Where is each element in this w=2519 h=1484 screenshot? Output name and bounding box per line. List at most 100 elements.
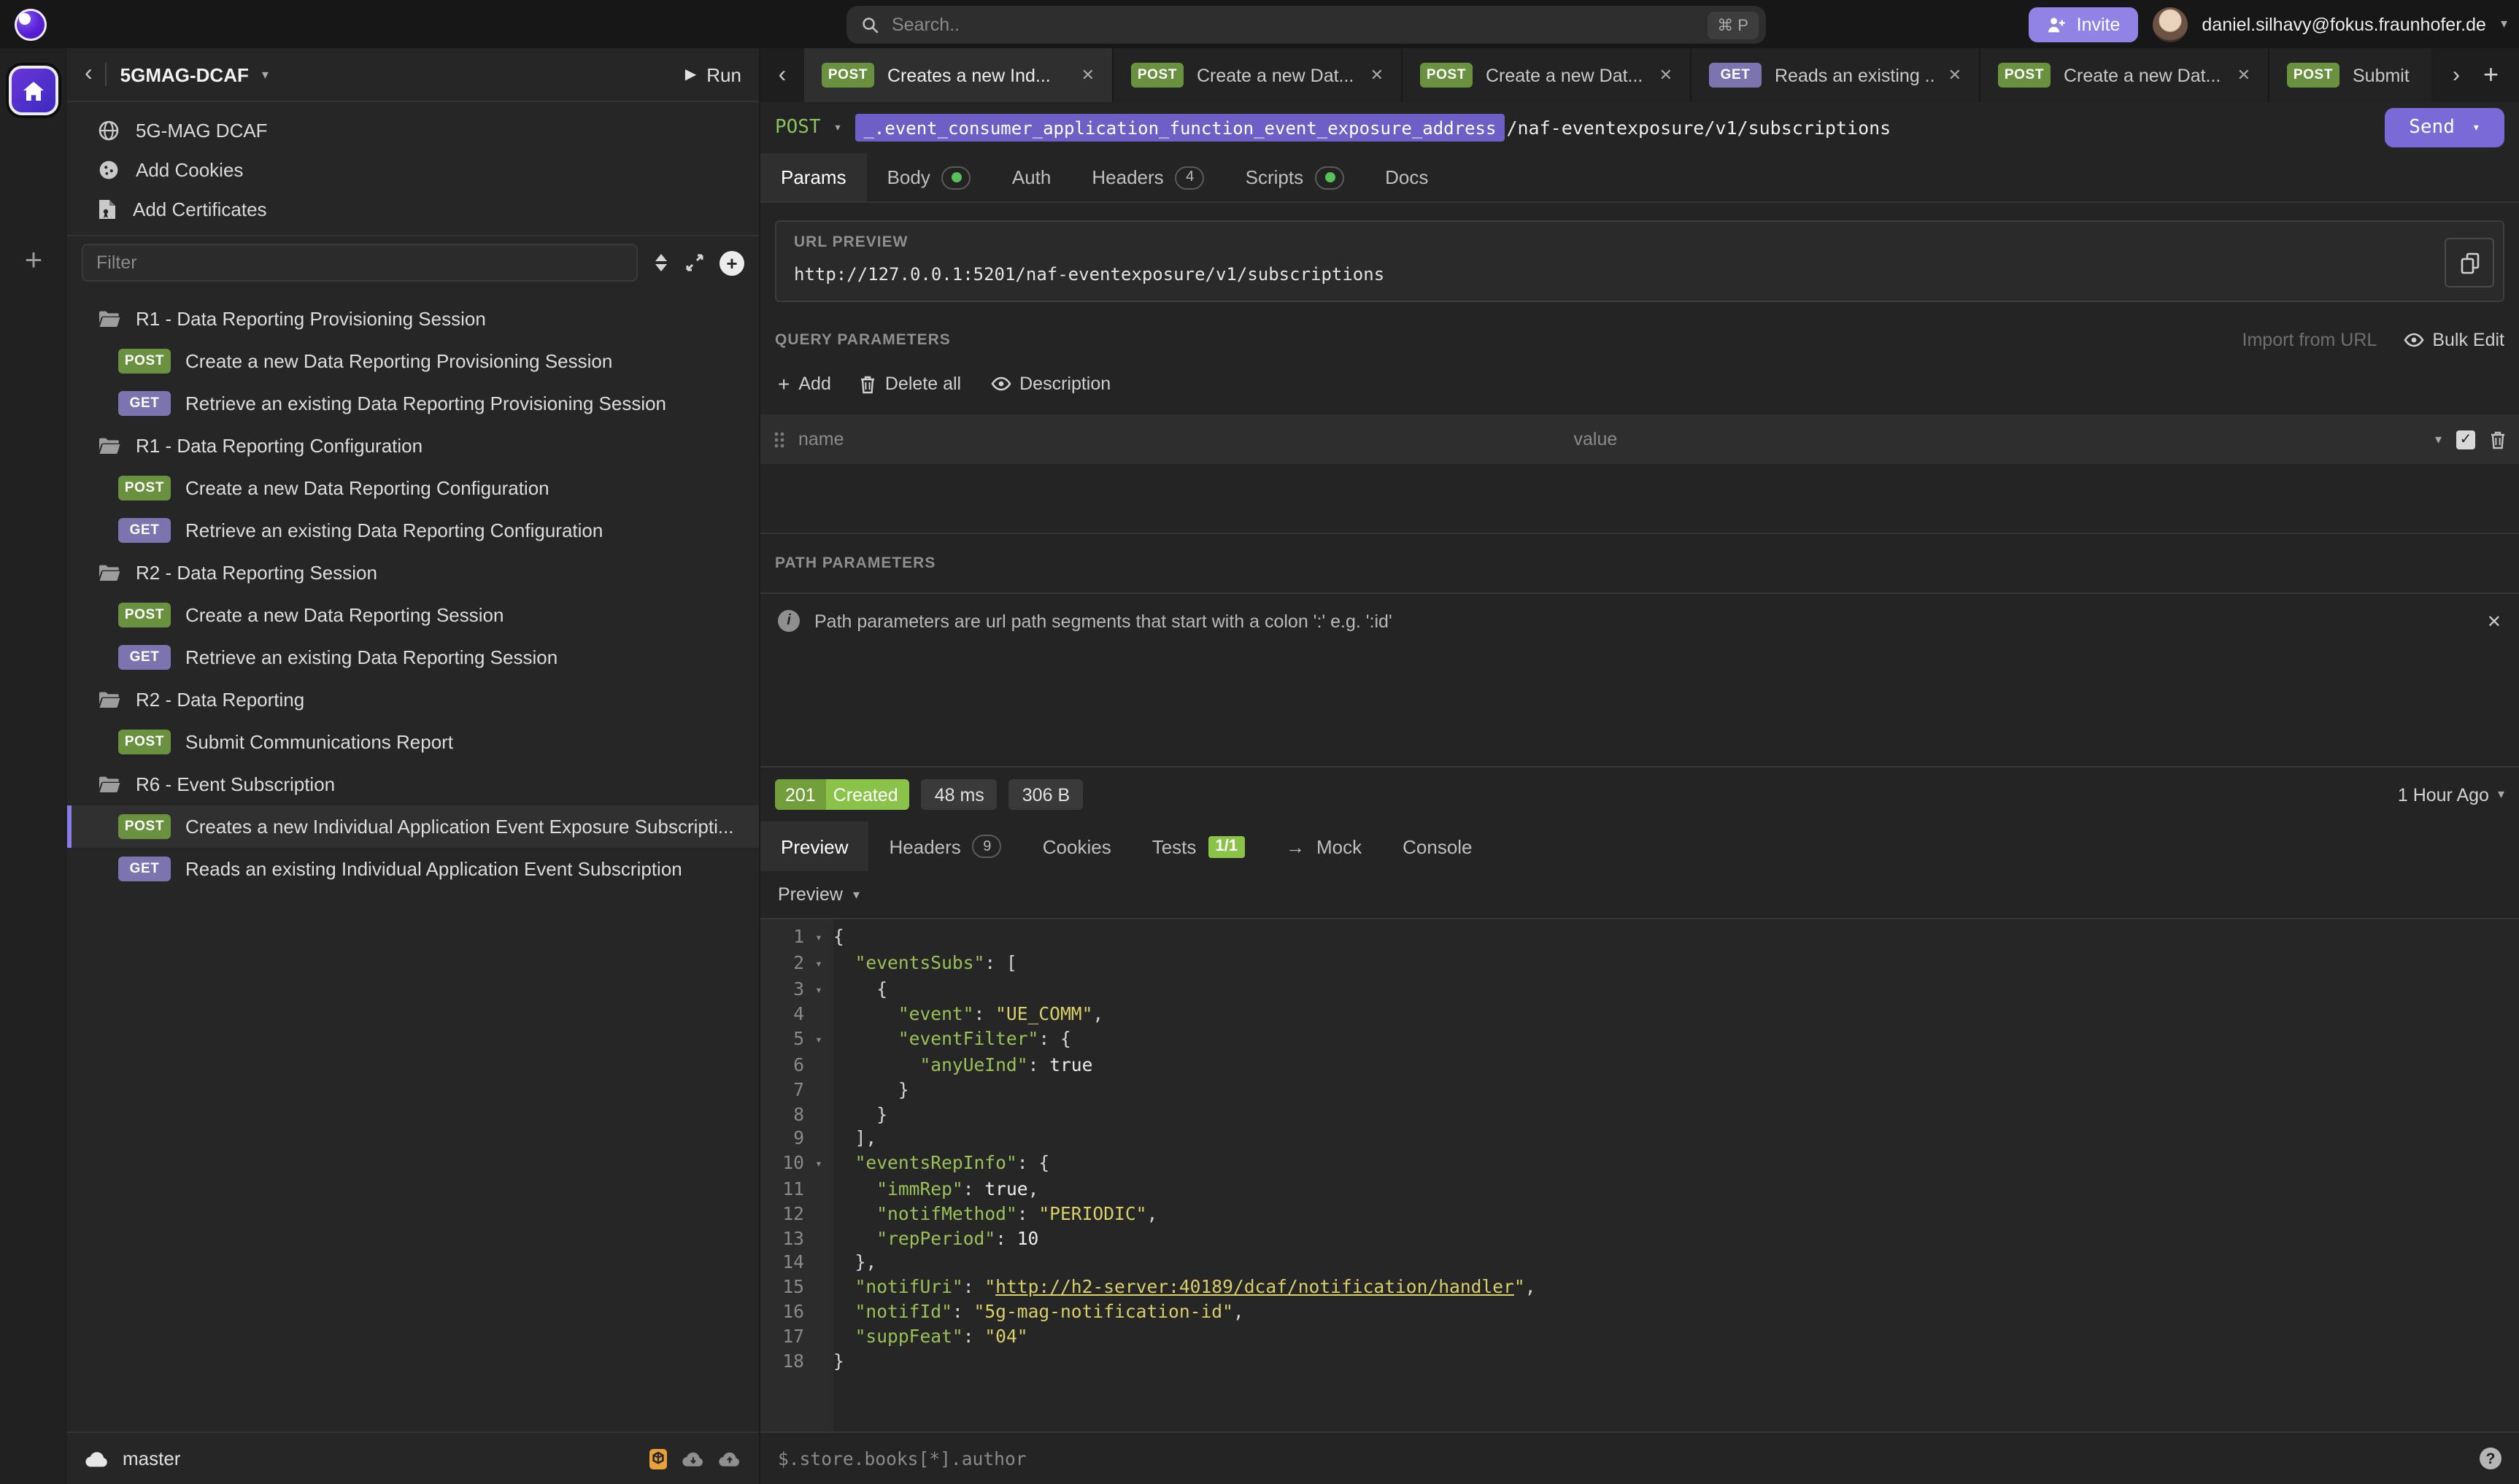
param-options-caret-icon[interactable]: ▾ [2435, 431, 2442, 447]
method-caret-icon[interactable]: ▾ [834, 120, 842, 135]
sidebar-request[interactable]: POSTCreates a new Individual Application… [67, 805, 759, 848]
sidebar-request[interactable]: POSTCreate a new Data Reporting Provisio… [67, 340, 759, 382]
copy-url-button[interactable] [2445, 238, 2494, 287]
sidebar-request[interactable]: POSTSubmit Communications Report [67, 721, 759, 763]
eye-icon [990, 376, 1011, 391]
fold-caret-icon[interactable]: ▾ [804, 977, 833, 1003]
tab-close-icon[interactable]: ✕ [1659, 66, 1673, 85]
global-search[interactable]: ⌘ P [846, 6, 1766, 44]
filter-box[interactable] [82, 244, 638, 282]
drag-handle-icon[interactable] [774, 430, 785, 449]
request-tab[interactable]: GETReads an existing ...✕ [1691, 48, 1980, 102]
cloud-pull-icon[interactable] [682, 1450, 705, 1467]
git-branch-label[interactable]: master [123, 1448, 180, 1469]
sidebar-request[interactable]: GETRetrieve an existing Data Reporting S… [67, 636, 759, 679]
tab-label: Create a new Dat... [1197, 65, 1354, 85]
request-tab[interactable]: POSTSubmit Co [2269, 48, 2432, 102]
sidebar-item-cookies[interactable]: Add Cookies [67, 150, 759, 190]
preview-mode-caret-icon[interactable]: ▾ [853, 886, 860, 903]
sidebar-request[interactable]: POSTCreate a new Data Reporting Session [67, 594, 759, 636]
response-tab-console[interactable]: Console [1382, 822, 1492, 871]
request-tab-body[interactable]: Body [867, 153, 992, 201]
new-tab-button[interactable]: + [2483, 60, 2499, 90]
workspace-caret-icon[interactable]: ▾ [262, 66, 269, 82]
tab-close-icon[interactable]: ✕ [2237, 66, 2250, 85]
filter-input[interactable] [96, 252, 623, 273]
sidebar-folder[interactable]: R1 - Data Reporting Configuration [67, 425, 759, 467]
tab-scroll-left[interactable]: ‹ [760, 48, 804, 102]
send-button[interactable]: Send ▾ [2385, 108, 2504, 147]
search-input[interactable] [892, 15, 1695, 35]
invite-button[interactable]: Invite [2029, 7, 2138, 42]
code-line: 12 "notifMethod": "PERIODIC", [760, 1202, 2519, 1227]
response-tab-headers[interactable]: Headers9 [869, 822, 1022, 871]
avatar[interactable] [2152, 7, 2187, 42]
fold-caret-icon[interactable]: ▾ [804, 925, 833, 951]
description-toggle-button[interactable]: Description [990, 374, 1111, 394]
environment-variable-chip[interactable]: _.event_consumer_application_function_ev… [855, 114, 1505, 142]
param-value-input[interactable] [1574, 429, 2422, 449]
response-history-dropdown[interactable]: 1 Hour Ago ▾ [2398, 784, 2504, 805]
sidebar-item-certificates[interactable]: Add Certificates [67, 190, 759, 229]
import-from-url-button[interactable]: Import from URL [2242, 330, 2377, 350]
add-param-button[interactable]: + Add [778, 372, 831, 395]
trash-icon[interactable] [2490, 430, 2506, 449]
sidebar-request[interactable]: GETReads an existing Individual Applicat… [67, 848, 759, 890]
response-tab-preview[interactable]: Preview [760, 822, 869, 871]
param-name-input[interactable] [798, 429, 1561, 449]
request-tab[interactable]: POSTCreates a new Ind...✕ [804, 48, 1114, 102]
line-number: 16 [760, 1300, 804, 1325]
response-tab-cookies[interactable]: Cookies [1022, 822, 1132, 871]
tab-close-icon[interactable]: ✕ [1370, 66, 1384, 85]
add-request-button[interactable]: + [720, 250, 744, 275]
account-menu-caret-icon[interactable]: ▾ [2501, 16, 2507, 32]
back-chevron-icon[interactable]: ‹ [85, 63, 93, 86]
request-tab[interactable]: POSTCreate a new Dat...✕ [1403, 48, 1691, 102]
cloud-push-icon[interactable] [718, 1450, 741, 1467]
expand-icon[interactable] [684, 252, 705, 273]
url-input[interactable]: _.event_consumer_application_function_ev… [855, 114, 1891, 142]
help-icon[interactable]: ? [2480, 1448, 2501, 1469]
fold-caret-icon[interactable]: ▾ [804, 951, 833, 978]
tab-label: Headers [890, 835, 961, 857]
workspace-name[interactable]: 5GMAG-DCAF [120, 63, 249, 85]
request-tab[interactable]: POSTCreate a new Dat...✕ [1980, 48, 2269, 102]
request-tab-params[interactable]: Params [760, 153, 867, 201]
send-options-caret-icon[interactable]: ▾ [2472, 120, 2480, 135]
run-button[interactable]: ▶ Run [685, 63, 741, 85]
sidebar-folder[interactable]: R6 - Event Subscription [67, 763, 759, 805]
request-tab-docs[interactable]: Docs [1365, 153, 1448, 201]
fold-caret-icon[interactable]: ▾ [804, 1027, 833, 1054]
response-body-editor[interactable]: 1▾{2▾ "eventsSubs": [3▾ {4 "event": "UE_… [760, 919, 2519, 1431]
request-tab-headers[interactable]: Headers4 [1071, 153, 1224, 201]
insomnia-sync-icon[interactable] [648, 1447, 668, 1470]
sidebar-request[interactable]: GETRetrieve an existing Data Reporting C… [67, 509, 759, 552]
add-workspace-button[interactable]: + [25, 244, 43, 279]
fold-spacer [804, 1202, 833, 1227]
fold-caret-icon[interactable]: ▾ [804, 1151, 833, 1178]
response-tab-mock[interactable]: →Mock [1265, 822, 1382, 871]
request-tab-auth[interactable]: Auth [992, 153, 1072, 201]
sidebar-folder[interactable]: R1 - Data Reporting Provisioning Session [67, 298, 759, 340]
jsonpath-filter-input[interactable] [778, 1448, 2480, 1469]
sidebar-request[interactable]: POSTCreate a new Data Reporting Configur… [67, 467, 759, 509]
request-tab[interactable]: POSTCreate a new Dat...✕ [1114, 48, 1403, 102]
delete-all-params-button[interactable]: Delete all [860, 374, 961, 394]
response-tab-tests[interactable]: Tests1/1 [1132, 822, 1265, 871]
sort-icon[interactable] [652, 252, 670, 273]
request-tab-scripts[interactable]: Scripts [1225, 153, 1365, 201]
param-enabled-checkbox[interactable]: ✓ [2456, 430, 2475, 449]
home-button[interactable] [9, 66, 58, 115]
sidebar-request[interactable]: GETRetrieve an existing Data Reporting P… [67, 382, 759, 425]
sidebar-folder[interactable]: R2 - Data Reporting [67, 679, 759, 721]
method-select[interactable]: POST [775, 117, 821, 139]
method-badge: POST [822, 63, 874, 88]
bulk-edit-button[interactable]: Bulk Edit [2403, 330, 2504, 350]
sidebar-folder[interactable]: R2 - Data Reporting Session [67, 552, 759, 594]
close-icon[interactable]: ✕ [2487, 611, 2501, 631]
tab-close-icon[interactable]: ✕ [1948, 66, 1961, 85]
preview-mode-select[interactable]: Preview [778, 884, 843, 905]
sidebar-item-environment[interactable]: 5G-MAG DCAF [67, 111, 759, 150]
tab-scroll-right[interactable]: › [2453, 63, 2460, 88]
tab-close-icon[interactable]: ✕ [1081, 66, 1095, 85]
